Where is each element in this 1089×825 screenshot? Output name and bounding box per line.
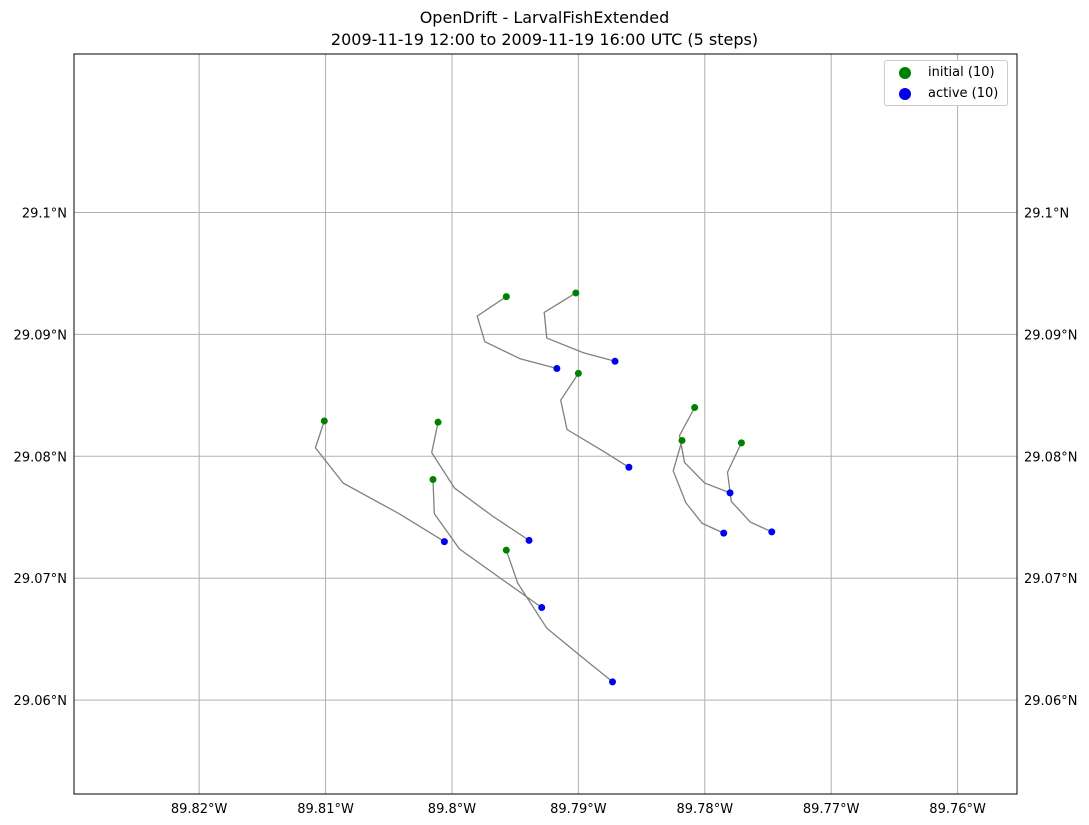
x-tick-label: 89.77°W [803, 802, 860, 817]
initial-point [502, 546, 510, 554]
active-point [608, 678, 616, 686]
active-point [768, 528, 776, 536]
initial-marker-icon [899, 67, 911, 79]
initial-point [574, 369, 582, 377]
initial-point [572, 289, 580, 297]
active-point [538, 603, 546, 611]
initial-point [502, 293, 510, 301]
initial-point [678, 436, 686, 444]
legend-label-initial: initial (10) [928, 65, 995, 80]
y-tick-label-right: 29.09°N [1024, 328, 1077, 343]
y-tick-label-right: 29.06°N [1024, 694, 1077, 709]
legend-item-active: active (10) [885, 85, 1007, 103]
initial-point [434, 418, 442, 426]
x-tick-label: 89.76°W [929, 802, 986, 817]
active-marker-icon [899, 88, 911, 100]
active-point [625, 463, 633, 471]
initial-point [737, 439, 745, 447]
y-tick-label-right: 29.07°N [1024, 572, 1077, 587]
active-point [525, 536, 533, 544]
active-point [720, 529, 728, 537]
legend: initial (10) active (10) [884, 60, 1008, 106]
legend-label-active: active (10) [928, 86, 999, 101]
y-tick-label-right: 29.08°N [1024, 450, 1077, 465]
y-tick-label-left: 29.09°N [14, 328, 67, 343]
active-point [726, 489, 734, 497]
map-plot: 89.82°W 89.81°W 89.8°W 89.79°W 89.78°W 89.77°… [14, 53, 1077, 817]
x-tick-label: 89.81°W [297, 802, 354, 817]
y-tick-label-right: 29.1°N [1024, 206, 1069, 221]
initial-point [320, 417, 328, 425]
x-tick-label: 89.78°W [676, 802, 733, 817]
y-tick-label-left: 29.08°N [14, 450, 67, 465]
initial-point [691, 404, 699, 412]
active-point [440, 538, 448, 546]
x-tick-label: 89.8°W [428, 802, 476, 817]
active-point [553, 365, 561, 373]
y-tick-label-left: 29.06°N [14, 694, 67, 709]
x-tick-label: 89.79°W [550, 802, 607, 817]
initial-point [429, 475, 437, 483]
map-background [74, 54, 1017, 794]
y-tick-label-left: 29.07°N [14, 572, 67, 587]
x-tick-label: 89.82°W [171, 802, 228, 817]
active-point [611, 357, 619, 365]
legend-item-initial: initial (10) [885, 64, 1007, 82]
y-tick-label-left: 29.1°N [22, 206, 67, 221]
